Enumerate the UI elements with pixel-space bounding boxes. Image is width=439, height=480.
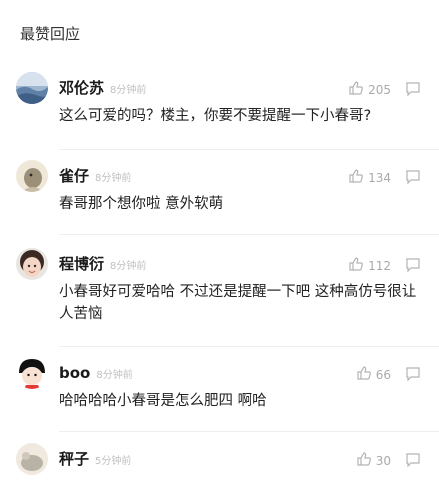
comment-time: 8分钟前 — [95, 173, 132, 184]
comment-text: 哈哈哈哈小春哥是怎么肥四 啊哈 — [59, 393, 267, 409]
thumbs-up-icon — [348, 256, 364, 276]
comment-bubble-icon[interactable] — [405, 169, 421, 185]
avatar[interactable] — [16, 160, 48, 192]
like-count: 112 — [368, 259, 391, 273]
avatar[interactable] — [16, 357, 48, 389]
comment-bubble-icon[interactable] — [405, 257, 421, 273]
commenter-name[interactable]: 邓伦苏 8分钟前 — [59, 78, 146, 101]
like-button[interactable]: 30 — [356, 451, 391, 471]
commenter-name[interactable]: 秤子 5分钟前 — [59, 449, 131, 472]
section-title: 最赞回应 — [20, 25, 81, 43]
divider — [59, 431, 439, 432]
comment-time: 8分钟前 — [96, 370, 133, 381]
like-button[interactable]: 205 — [348, 80, 391, 100]
like-count: 134 — [368, 171, 391, 185]
divider — [59, 149, 439, 150]
like-count: 205 — [368, 83, 391, 97]
comment-text: 春哥那个想你啦 意外软萌 — [59, 196, 224, 212]
thumbs-up-icon — [348, 80, 364, 100]
like-count: 66 — [375, 368, 391, 382]
like-count: 30 — [375, 454, 391, 468]
like-button[interactable]: 112 — [348, 256, 391, 276]
comment-bubble-icon[interactable] — [405, 366, 421, 382]
commenter-name[interactable]: 雀仔 8分钟前 — [59, 166, 131, 189]
like-button[interactable]: 134 — [348, 168, 391, 188]
commenter-name[interactable]: boo 8分钟前 — [59, 363, 133, 386]
thumbs-up-icon — [348, 168, 364, 188]
comment-time: 5分钟前 — [95, 456, 132, 467]
divider — [59, 234, 439, 235]
thumbs-up-icon — [356, 451, 372, 471]
avatar[interactable] — [16, 443, 48, 475]
comment-bubble-icon[interactable] — [405, 81, 421, 97]
comment-text: 小春哥好可爱哈哈 不过还是提醒一下吧 这种高仿号很让人苦恼 — [59, 284, 417, 322]
like-button[interactable]: 66 — [356, 365, 391, 385]
avatar[interactable] — [16, 248, 48, 280]
comment-time: 8分钟前 — [110, 85, 147, 96]
comment-bubble-icon[interactable] — [405, 452, 421, 468]
thumbs-up-icon — [356, 365, 372, 385]
divider — [59, 346, 439, 347]
comment-text: 这么可爱的吗？楼主，你要不要提醒一下小春哥? — [59, 108, 372, 124]
comment-time: 8分钟前 — [110, 261, 147, 272]
avatar[interactable] — [16, 72, 48, 104]
commenter-name[interactable]: 程博衍 8分钟前 — [59, 254, 146, 277]
